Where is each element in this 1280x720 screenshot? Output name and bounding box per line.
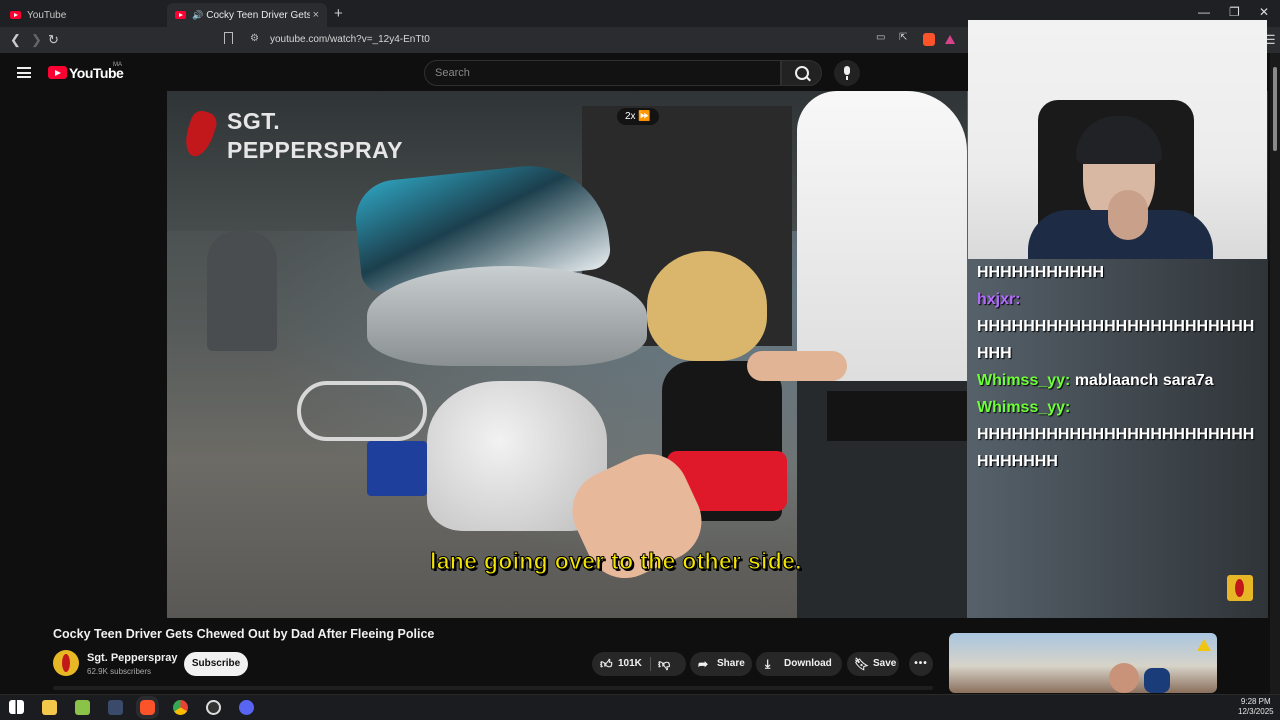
recommended-video-thumbnail[interactable] (949, 633, 1217, 693)
playback-speed-indicator: 2x ⏩ (617, 108, 659, 125)
menu-icon[interactable] (17, 67, 31, 78)
site-settings-icon[interactable]: ⚙ (250, 33, 259, 44)
save-icon: 🔖︎ (854, 657, 870, 671)
video-caption: lane going over to the other side. (430, 548, 803, 575)
bicycle (297, 381, 427, 441)
minimize-button[interactable]: — (1198, 5, 1210, 19)
url-field[interactable]: youtube.com/watch?v=_12y4-EnTt0 (270, 34, 430, 45)
divider (650, 657, 651, 671)
save-label: Save (873, 658, 897, 669)
cast-icon[interactable]: ▭ (876, 32, 885, 43)
save-button[interactable]: 🔖︎ Save (847, 652, 899, 676)
person-background (207, 231, 277, 351)
tab-title: Cocky Teen Driver Gets Chew (206, 9, 311, 21)
streamer-webcam (968, 20, 1267, 259)
youtube-favicon-icon (175, 11, 186, 19)
dislike-icon[interactable]: 👎︎ (658, 652, 670, 676)
download-button[interactable]: ⤓ Download (756, 652, 842, 676)
app-green-icon[interactable] (75, 700, 90, 715)
taskbar: 9:28 PM 12/3/2025 (0, 694, 1280, 720)
stream-chat: HHHHHHHHHHH hxjxr: HHHHHHHHHHHHHHHHHHHHH… (977, 259, 1267, 475)
restore-button[interactable]: ❐ (1229, 5, 1240, 19)
tab-title: YouTube (27, 9, 67, 21)
chat-message: hxjxr: (977, 286, 1267, 313)
like-icon[interactable]: 👍︎ (600, 652, 613, 676)
youtube-header: YouTube MA Search (0, 53, 968, 91)
youtube-logo-icon[interactable] (48, 66, 67, 79)
like-count[interactable]: 101K (618, 652, 642, 676)
bookmark-icon[interactable] (224, 32, 233, 44)
clock-time: 9:28 PM (1240, 697, 1271, 706)
chat-username: hxjxr: (977, 291, 1021, 308)
system-clock[interactable]: 9:28 PM 12/3/2025 (1238, 697, 1274, 717)
officer-arm (747, 351, 847, 381)
close-window-button[interactable]: ✕ (1259, 5, 1269, 19)
channel-name[interactable]: Sgt. Pepperspray (87, 652, 177, 664)
chrome-icon[interactable] (173, 700, 188, 715)
voice-search-button[interactable] (834, 60, 860, 86)
description-divider (53, 686, 933, 690)
share-button[interactable]: ➦ Share (690, 652, 752, 676)
jet-ski-hull (367, 266, 647, 366)
new-tab-button[interactable]: + (334, 5, 343, 22)
close-tab-icon[interactable]: × (313, 9, 319, 21)
pepsi-box (367, 441, 427, 496)
chat-username: Whimss_yy: (977, 372, 1071, 389)
chat-message: HHHHHHHHHHHHHHHHHHHHHHHHHHH (977, 318, 1255, 362)
page-scrollbar[interactable] (1270, 53, 1280, 694)
tab-youtube[interactable]: YouTube (2, 3, 162, 27)
forward-button[interactable]: ❯ (31, 32, 42, 48)
brave-shield-icon[interactable] (923, 33, 935, 46)
country-code: MA (113, 62, 122, 68)
thumbnail-officer (1144, 668, 1170, 693)
share-page-icon[interactable]: ⇱ (899, 32, 907, 43)
brave-rewards-icon[interactable] (945, 35, 955, 44)
channel-watermark: SGT. PEPPERSPRAY (227, 108, 403, 163)
search-input[interactable]: Search (424, 60, 781, 86)
reload-button[interactable]: ↻ (48, 32, 59, 48)
channel-avatar[interactable] (53, 650, 79, 676)
warning-icon (1197, 639, 1211, 651)
duty-belt (827, 391, 967, 441)
chat-username: Whimss_yy: (977, 399, 1071, 416)
back-button[interactable]: ❮ (10, 32, 21, 48)
subscriber-count: 62.9K subscribers (87, 667, 152, 676)
tab-current-video[interactable]: 🔊 Cocky Teen Driver Gets Chew × (167, 3, 327, 27)
thumbnail-face (1109, 663, 1139, 693)
chat-message: Whimss_yy: (977, 394, 1267, 421)
chat-message: HHHHHHHHHHHHHHHHHHHHHHHHHHHHHHH (977, 426, 1255, 470)
clock-date: 12/3/2025 (1238, 707, 1274, 716)
chat-message: HHHHHHHHHHH (977, 264, 1105, 281)
file-explorer-icon[interactable] (42, 700, 57, 715)
search-button[interactable] (781, 60, 822, 86)
windows-start-icon[interactable] (9, 700, 24, 714)
youtube-favicon-icon (10, 11, 21, 19)
obs-icon[interactable] (206, 700, 221, 715)
video-title: Cocky Teen Driver Gets Chewed Out by Dad… (53, 627, 435, 641)
girl-hair (647, 251, 767, 361)
download-icon: ⤓ (765, 657, 771, 671)
streamer-hand (1108, 190, 1148, 240)
channel-corner-logo-icon[interactable] (1227, 575, 1253, 601)
app-settings-icon[interactable] (108, 700, 123, 715)
discord-icon[interactable] (239, 700, 254, 715)
download-label: Download (784, 658, 832, 669)
speaker-icon: 🔊 (192, 9, 204, 20)
brave-browser-icon[interactable] (136, 696, 159, 719)
share-icon: ➦ (698, 657, 709, 671)
share-label: Share (717, 658, 745, 669)
like-dislike-group: 👍︎ 101K 👎︎ (592, 652, 686, 676)
chat-message: Whimss_yy: mablaanch sara7a (977, 372, 1214, 389)
subscribe-button[interactable]: Subscribe (184, 652, 248, 676)
more-actions-button[interactable]: ••• (909, 652, 933, 676)
